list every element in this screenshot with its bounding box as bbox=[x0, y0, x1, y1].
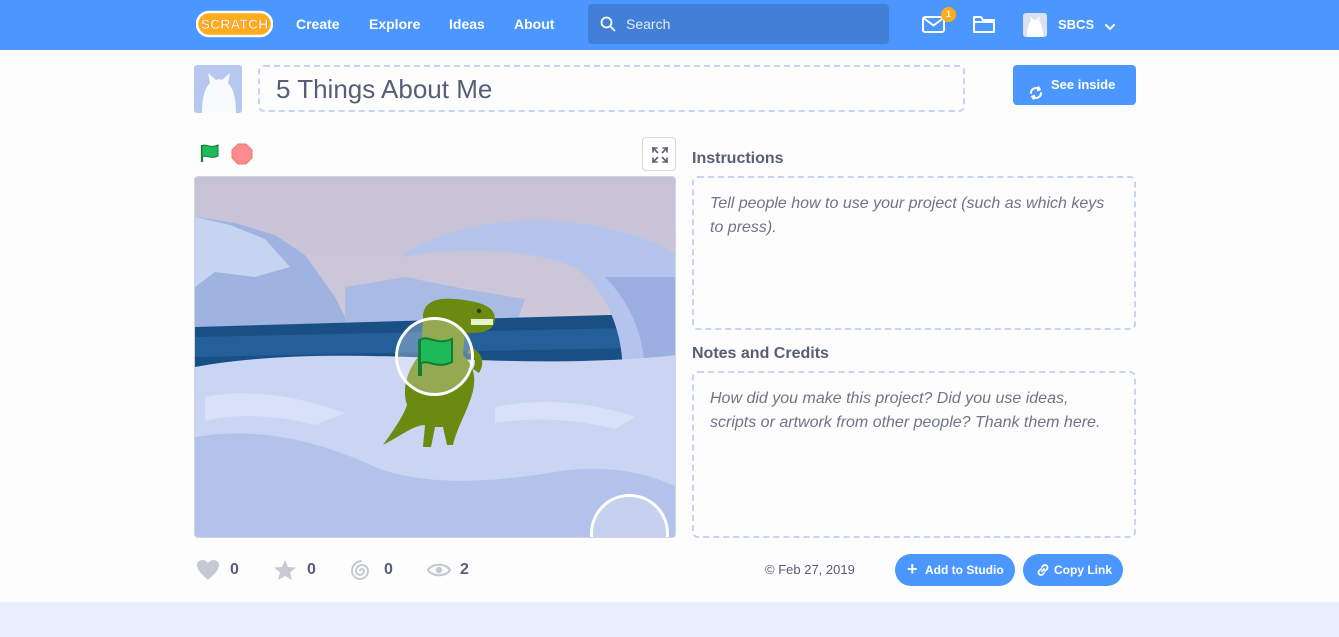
remix-count: 0 bbox=[384, 561, 393, 578]
share-date: © Feb 27, 2019 bbox=[765, 562, 855, 578]
see-inside-label: See inside bbox=[1051, 77, 1116, 92]
top-nav: SCRATCH Create Explore Ideas About 1 SBC… bbox=[0, 0, 1339, 50]
share-date-text: Feb 27, 2019 bbox=[778, 562, 855, 577]
page-footer bbox=[0, 602, 1339, 637]
remix-arrows-icon bbox=[1028, 77, 1044, 117]
instructions-heading: Instructions bbox=[692, 150, 784, 167]
nav-about-link[interactable]: About bbox=[514, 0, 554, 50]
message-count-badge: 1 bbox=[941, 7, 956, 22]
heart-icon[interactable] bbox=[196, 559, 220, 586]
search-icon bbox=[600, 16, 616, 37]
play-flag-overlay[interactable] bbox=[395, 317, 474, 396]
green-flag-icon bbox=[418, 337, 453, 376]
nav-explore-link[interactable]: Explore bbox=[369, 0, 420, 50]
notes-textarea[interactable]: How did you make this project? Did you u… bbox=[692, 371, 1136, 538]
remix-spiral-icon bbox=[350, 559, 374, 588]
copy-link-label: Copy Link bbox=[1054, 563, 1113, 577]
fullscreen-icon bbox=[652, 147, 668, 163]
username-label[interactable]: SBCS bbox=[1058, 0, 1094, 49]
copy-link-button[interactable]: Copy Link bbox=[1023, 554, 1123, 586]
nav-ideas-link[interactable]: Ideas bbox=[449, 0, 485, 50]
fullscreen-button[interactable] bbox=[642, 137, 676, 171]
add-to-studio-button[interactable]: + Add to Studio bbox=[895, 554, 1015, 586]
favorite-count: 0 bbox=[307, 561, 316, 578]
star-icon[interactable] bbox=[273, 559, 297, 586]
love-count: 0 bbox=[230, 561, 239, 578]
folder-icon[interactable] bbox=[972, 13, 997, 40]
instructions-textarea[interactable]: Tell people how to use your project (suc… bbox=[692, 176, 1136, 330]
svg-text:SCRATCH: SCRATCH bbox=[201, 16, 268, 32]
eye-icon bbox=[426, 561, 452, 584]
stop-icon[interactable] bbox=[231, 143, 253, 170]
plus-icon: + bbox=[907, 559, 918, 579]
view-count: 2 bbox=[460, 561, 469, 578]
link-icon bbox=[1037, 564, 1049, 576]
notes-heading: Notes and Credits bbox=[692, 345, 829, 362]
green-flag-icon[interactable] bbox=[198, 142, 222, 169]
project-owner-avatar[interactable] bbox=[194, 65, 242, 113]
search-bar bbox=[588, 4, 889, 44]
see-inside-button[interactable]: See inside bbox=[1013, 65, 1136, 105]
project-title-field[interactable]: 5 Things About Me bbox=[258, 65, 965, 112]
nav-create-link[interactable]: Create bbox=[296, 0, 340, 50]
scratch-logo[interactable]: SCRATCH bbox=[195, 10, 274, 38]
search-input[interactable] bbox=[626, 4, 876, 44]
user-avatar[interactable] bbox=[1023, 13, 1047, 37]
add-to-studio-label: Add to Studio bbox=[925, 563, 1004, 577]
copyright-icon: © bbox=[765, 562, 779, 577]
chevron-down-icon[interactable] bbox=[1104, 19, 1116, 37]
